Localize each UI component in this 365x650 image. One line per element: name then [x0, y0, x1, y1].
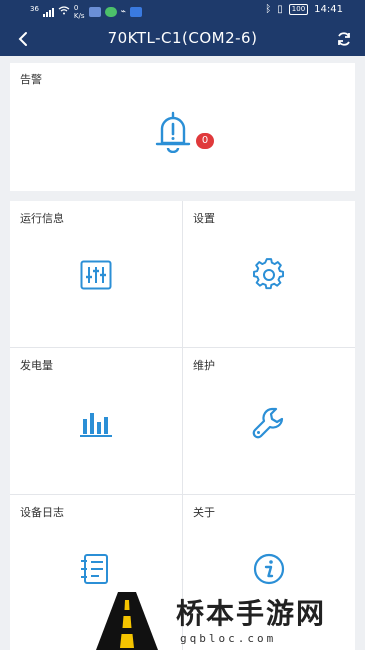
vibrate-icon: ▯ [277, 4, 283, 15]
alarm-card[interactable]: 告警 0 [10, 63, 355, 191]
app-icon [129, 7, 142, 17]
net-speed-unit: K/s [73, 12, 85, 20]
net-speed-value: 0 [73, 4, 79, 12]
menu-run-info-label: 运行信息 [20, 212, 64, 225]
bar-chart-icon [80, 413, 112, 437]
status-time: 14:41 [314, 4, 343, 15]
watermark-url: gqbloc.com [180, 632, 277, 645]
menu-run-info[interactable]: 运行信息 [10, 201, 182, 347]
menu-settings[interactable]: 设置 [183, 201, 355, 347]
gear-icon [253, 258, 285, 290]
menu-maintenance[interactable]: 维护 [183, 348, 355, 494]
menu-grid: 运行信息 设置 发电量 维护 设备日志 关于 [10, 201, 355, 650]
menu-about-label: 关于 [193, 506, 215, 519]
notification-icon [88, 7, 101, 17]
chat-icon [104, 7, 117, 17]
signal-icon [42, 7, 54, 17]
watermark: 桥本手游网 gqbloc.com [96, 588, 365, 650]
app-bar: 70KTL-C1(COM2-6) [0, 22, 365, 56]
usb-icon: ⌁ [120, 7, 126, 17]
bell-alert-icon [155, 111, 191, 153]
page-title: 70KTL-C1(COM2-6) [107, 29, 258, 47]
alarm-label: 告警 [20, 73, 42, 86]
menu-maintenance-label: 维护 [193, 359, 215, 372]
bluetooth-icon: ᛒ [265, 4, 272, 15]
battery-icon: 100 [288, 4, 309, 15]
refresh-icon [338, 32, 350, 46]
watermark-title: 桥本手游网 [176, 597, 327, 630]
watermark-road-logo [96, 592, 158, 650]
network-type: 36 [30, 5, 39, 13]
status-bar: 36 0 K/s ⌁ ᛒ ▯ 100 14:41 [0, 0, 365, 22]
menu-settings-label: 设置 [193, 212, 215, 225]
log-list-icon [81, 554, 108, 584]
alarm-count-badge: 0 [196, 133, 214, 149]
info-icon [253, 553, 285, 585]
menu-energy-yield[interactable]: 发电量 [10, 348, 182, 494]
refresh-button[interactable] [331, 26, 357, 52]
sliders-icon [80, 260, 112, 290]
wifi-icon [58, 6, 70, 18]
menu-energy-yield-label: 发电量 [20, 359, 53, 372]
menu-device-log-label: 设备日志 [20, 506, 64, 519]
wrench-icon [252, 407, 284, 439]
